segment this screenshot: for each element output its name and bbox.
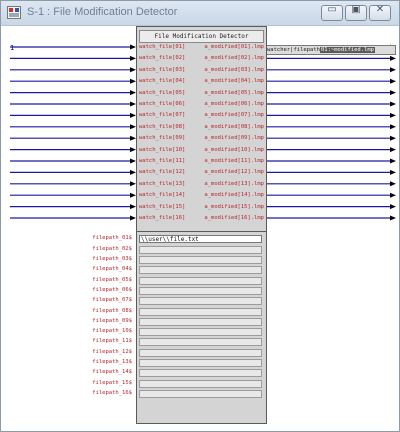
output-arrow: [390, 169, 396, 175]
filepath-label: filepath_13$: [92, 359, 132, 365]
close-icon: ✕: [375, 4, 385, 15]
filepath-label: filepath_14$: [92, 369, 132, 376]
output-arrow: [390, 215, 396, 221]
filepath-field[interactable]: [139, 328, 262, 337]
filepath-field[interactable]: [139, 389, 262, 398]
filepath-label: filepath_10$: [92, 328, 132, 335]
filepath-field[interactable]: [139, 369, 262, 378]
output-port-label: a_modified[02].lmp: [204, 55, 264, 62]
minimize-icon: ▭: [327, 4, 337, 15]
filepath-label: filepath_01$: [92, 235, 132, 242]
input-signal-label: 1: [10, 44, 15, 52]
input-port-label: watch_file[01]: [139, 44, 186, 50]
output-display-highlight: 01:~modified.lmp: [319, 47, 375, 53]
filepath-label: filepath_05$: [92, 276, 132, 283]
output-port-label: a_modified[15].lmp: [204, 203, 264, 210]
output-port-label: a_modified[03].lmp: [204, 66, 264, 73]
input-port-label: watch_file[06]: [139, 101, 186, 107]
filepath-field[interactable]: [139, 286, 262, 295]
input-port-label: watch_file[03]: [139, 66, 186, 73]
filepath-field[interactable]: [139, 359, 262, 367]
input-port-label: watch_file[02]: [139, 55, 186, 62]
input-port-label: watch_file[04]: [139, 78, 186, 85]
output-port-label: a_modified[05].lmp: [204, 89, 264, 96]
filepath-field[interactable]: [139, 276, 262, 285]
filepath-field[interactable]: [139, 297, 262, 306]
block-title: File Modification Detector: [139, 30, 264, 43]
output-port-label: a_modified[08].lmp: [204, 123, 264, 130]
output-arrow: [390, 204, 396, 210]
filepath-field[interactable]: [139, 266, 262, 275]
filepath-label: filepath_04$: [92, 266, 132, 273]
input-port-label: watch_file[08]: [139, 123, 186, 130]
filepath-field[interactable]: [139, 338, 262, 347]
output-port-label: a_modified[12].lmp: [204, 169, 264, 176]
output-arrow: [390, 181, 396, 187]
maximize-button[interactable]: ▣: [345, 4, 367, 21]
minimize-button[interactable]: ▭: [321, 4, 343, 21]
output-arrow: [390, 78, 396, 84]
output-arrow: [390, 158, 396, 164]
filepath-label: filepath_09$: [92, 317, 132, 324]
output-arrow: [390, 90, 396, 96]
output-arrow: [390, 55, 396, 61]
filepath-field[interactable]: [139, 379, 262, 388]
output-port-label: a_modified[11].lmp: [204, 158, 264, 164]
maximize-icon: ▣: [351, 4, 361, 15]
output-port-label: a_modified[09].lmp: [204, 135, 264, 142]
filepath-field[interactable]: [139, 317, 262, 326]
output-port-label: a_modified[01].lmp: [204, 44, 264, 50]
output-arrow: [390, 101, 396, 107]
app-icon: [7, 6, 21, 19]
filepath-label: filepath_03$: [92, 256, 132, 262]
filepath-label: filepath_08$: [92, 307, 132, 314]
window-title: S-1 : File Modification Detector: [27, 6, 178, 18]
file-modification-detector-block[interactable]: File Modification Detector watch_file[01…: [136, 26, 267, 424]
filepath-label: filepath_07$: [92, 297, 132, 304]
close-button[interactable]: ✕: [369, 4, 391, 21]
filepath-label: filepath_02$: [92, 245, 132, 252]
filepath-field[interactable]: [139, 348, 262, 357]
output-port-label: a_modified[06].lmp: [204, 101, 264, 107]
output-arrow: [390, 192, 396, 198]
input-port-label: watch_file[15]: [139, 203, 186, 210]
filepath-field[interactable]: \\user\\file.txt: [139, 235, 262, 244]
filepath-label: filepath_06$: [92, 286, 132, 293]
filepath-label: filepath_15$: [92, 379, 132, 386]
output-port-label: a_modified[13].lmp: [204, 180, 264, 187]
output-arrow: [390, 124, 396, 130]
input-port-label: watch_file[16]: [139, 215, 186, 221]
input-port-label: watch_file[07]: [139, 112, 186, 119]
filepath-label: filepath_12$: [92, 348, 132, 355]
output-signal-display[interactable]: watcher|filepath01:~modified.lmp: [266, 45, 396, 55]
title-bar[interactable]: S-1 : File Modification Detector ▭ ▣ ✕: [1, 1, 399, 26]
logic-canvas[interactable]: 1 watcher|filepath01:~modified.lmp filep…: [2, 26, 399, 431]
output-port-label: a_modified[07].lmp: [204, 112, 264, 119]
filepath-field[interactable]: [139, 307, 262, 316]
input-port-label: watch_file[09]: [139, 135, 186, 142]
input-port-label: watch_file[11]: [139, 158, 186, 164]
input-port-label: watch_file[13]: [139, 180, 186, 187]
output-arrow: [390, 135, 396, 141]
output-port-label: a_modified[04].lmp: [204, 78, 264, 85]
output-port-label: a_modified[10].lmp: [204, 146, 264, 153]
app-window: S-1 : File Modification Detector ▭ ▣ ✕ 1…: [0, 0, 400, 432]
input-port-label: watch_file[12]: [139, 169, 186, 176]
block-divider: [137, 231, 266, 233]
output-arrow: [390, 147, 396, 153]
output-arrow: [390, 67, 396, 73]
filepath-field[interactable]: [139, 245, 262, 254]
output-port-label: a_modified[16].lmp: [204, 215, 264, 221]
filepath-label: filepath_16$: [92, 389, 132, 396]
output-arrow: [390, 112, 396, 118]
output-display-prefix: watcher|filepath: [267, 47, 320, 53]
input-port-label: watch_file[14]: [139, 192, 186, 199]
output-port-label: a_modified[14].lmp: [204, 192, 264, 199]
input-port-label: watch_file[05]: [139, 89, 186, 96]
input-port-label: watch_file[10]: [139, 146, 186, 153]
filepath-field[interactable]: [139, 256, 262, 264]
filepath-label: filepath_11$: [92, 338, 132, 345]
